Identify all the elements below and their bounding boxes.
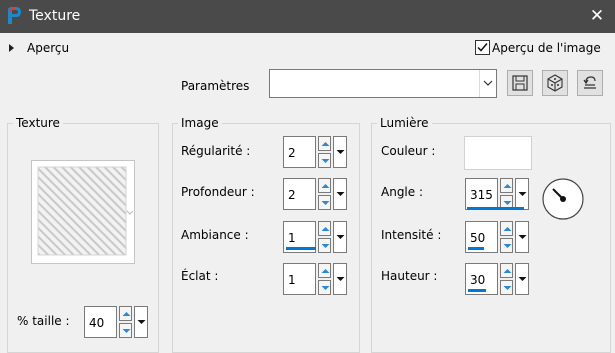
- reset-button[interactable]: [577, 70, 603, 96]
- regularite-label: Régularité :: [181, 144, 251, 158]
- apercu-label[interactable]: Aperçu: [27, 41, 69, 55]
- window-title: Texture: [29, 8, 81, 24]
- scroll-down-icon[interactable]: [126, 210, 134, 216]
- checkmark-icon: [477, 43, 488, 52]
- angle-spinner[interactable]: 315: [465, 178, 530, 210]
- regularite-dropdown-button[interactable]: [333, 136, 347, 168]
- ambiance-dropdown-button[interactable]: [333, 221, 347, 253]
- hauteur-down-button[interactable]: [500, 280, 513, 295]
- randomize-button[interactable]: [542, 70, 568, 96]
- expand-arrow-icon[interactable]: [9, 44, 14, 52]
- title-bar: Texture ✕: [0, 0, 615, 33]
- ambiance-up-button[interactable]: [318, 221, 331, 236]
- hauteur-input[interactable]: 30: [465, 263, 498, 295]
- texture-preview[interactable]: [31, 160, 135, 264]
- angle-up-button[interactable]: [500, 178, 513, 193]
- reset-icon: [583, 76, 596, 89]
- profondeur-dropdown-button[interactable]: [333, 178, 347, 210]
- parametres-label: Paramètres: [181, 79, 250, 93]
- hauteur-up-button[interactable]: [500, 263, 513, 278]
- regularite-spinner[interactable]: 2: [283, 136, 348, 168]
- chevron-down-icon[interactable]: [479, 70, 496, 97]
- parametres-combo[interactable]: [269, 69, 497, 98]
- intensite-down-button[interactable]: [500, 238, 513, 253]
- profondeur-down-button[interactable]: [318, 195, 331, 210]
- profondeur-label: Profondeur :: [181, 185, 255, 199]
- intensite-up-button[interactable]: [500, 221, 513, 236]
- texture-pattern: [37, 166, 127, 256]
- taille-down-button[interactable]: [119, 323, 132, 338]
- taille-spinner[interactable]: 40: [84, 306, 149, 338]
- regularite-down-button[interactable]: [318, 153, 331, 168]
- hauteur-value-bar: [468, 289, 486, 292]
- paintshop-icon: [8, 7, 21, 24]
- taille-label: % taille :: [17, 314, 70, 328]
- intensite-label: Intensité :: [381, 228, 442, 242]
- eclat-input[interactable]: 1: [283, 263, 316, 295]
- taille-dropdown-button[interactable]: [134, 306, 148, 338]
- angle-input[interactable]: 315: [465, 178, 498, 210]
- ambiance-value-bar: [286, 247, 316, 250]
- dice-icon: [547, 74, 563, 92]
- intensite-dropdown-button[interactable]: [515, 221, 529, 253]
- intensite-input[interactable]: 50: [465, 221, 498, 253]
- apercu-image-label[interactable]: Aperçu de l'image: [492, 41, 601, 55]
- apercu-image-checkbox[interactable]: [475, 40, 490, 55]
- eclat-dropdown-button[interactable]: [333, 263, 347, 295]
- intensite-spinner[interactable]: 50: [465, 221, 530, 253]
- texture-group-title: Texture: [13, 116, 63, 130]
- regularite-input[interactable]: 2: [283, 136, 316, 168]
- eclat-down-button[interactable]: [318, 280, 331, 295]
- angle-label: Angle :: [381, 185, 424, 199]
- hauteur-label: Hauteur :: [381, 269, 438, 283]
- eclat-up-button[interactable]: [318, 263, 331, 278]
- angle-dial[interactable]: [541, 177, 585, 221]
- regularite-up-button[interactable]: [318, 136, 331, 151]
- ambiance-spinner[interactable]: 1: [283, 221, 348, 253]
- profondeur-up-button[interactable]: [318, 178, 331, 193]
- profondeur-spinner[interactable]: 2: [283, 178, 348, 210]
- ambiance-input[interactable]: 1: [283, 221, 316, 253]
- taille-input[interactable]: 40: [84, 306, 117, 338]
- image-group-title: Image: [178, 116, 222, 130]
- close-button[interactable]: ✕: [583, 2, 611, 30]
- ambiance-down-button[interactable]: [318, 238, 331, 253]
- angle-dropdown-button[interactable]: [515, 178, 529, 210]
- intensite-value-bar: [468, 247, 484, 250]
- taille-up-button[interactable]: [119, 306, 132, 321]
- couleur-label: Couleur :: [381, 144, 436, 158]
- angle-value-bar: [467, 207, 524, 210]
- eclat-label: Éclat :: [181, 269, 219, 283]
- couleur-swatch[interactable]: [464, 136, 532, 170]
- ambiance-label: Ambiance :: [181, 228, 249, 242]
- hauteur-dropdown-button[interactable]: [515, 263, 529, 295]
- save-preset-button[interactable]: [507, 70, 533, 96]
- profondeur-input[interactable]: 2: [283, 178, 316, 210]
- eclat-spinner[interactable]: 1: [283, 263, 348, 295]
- hauteur-spinner[interactable]: 30: [465, 263, 530, 295]
- floppy-disk-icon: [512, 75, 528, 91]
- lumiere-group-title: Lumière: [377, 116, 432, 130]
